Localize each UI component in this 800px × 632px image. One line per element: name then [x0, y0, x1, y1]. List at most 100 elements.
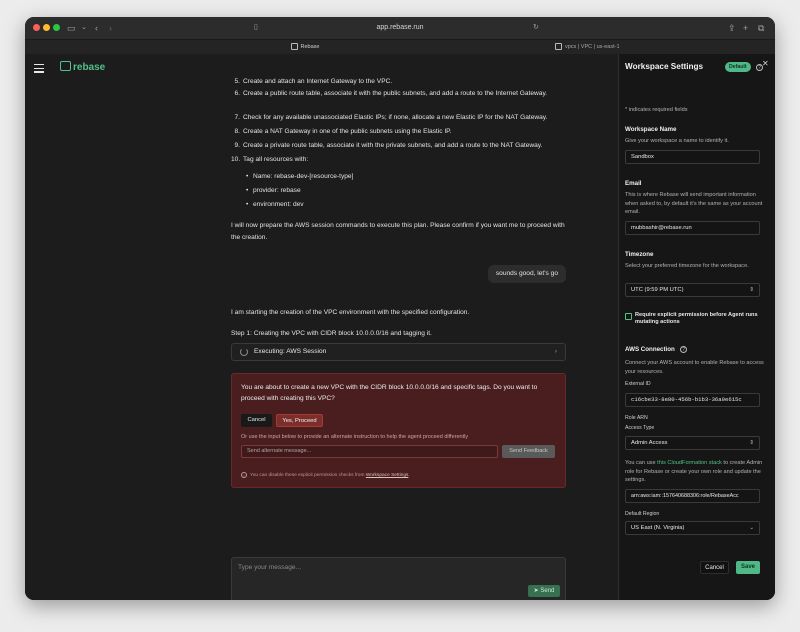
executing-session-row[interactable]: Executing: AWS Session ›	[231, 343, 566, 361]
settings-title: Workspace Settings	[625, 62, 704, 71]
step-number: 7.	[234, 114, 241, 121]
tab-bar: Rebase vpcs | VPC | us-east-1	[25, 39, 775, 54]
tag-item: provider: rebase	[246, 186, 301, 196]
timezone-select[interactable]: UTC (9:59 PM UTC) ⇕	[625, 283, 760, 297]
permission-checkbox[interactable]	[625, 313, 632, 320]
step-text: Tag all resources with:	[243, 156, 309, 163]
browser-titlebar: ▭ ⌄ ‹ › ▯ app.rebase.run ↻ ⇪ + ⧉	[25, 17, 775, 39]
browser-window: ▭ ⌄ ‹ › ▯ app.rebase.run ↻ ⇪ + ⧉ Rebase …	[25, 17, 775, 600]
default-region-select[interactable]: US East (N. Virginia) ⌄	[625, 521, 760, 535]
tab-overview-icon[interactable]: ⧉	[758, 21, 764, 35]
required-note: * indicates required fields	[625, 107, 688, 113]
email-field[interactable]: mubbashir@rebase.run	[625, 221, 760, 235]
maximize-window-button[interactable]	[53, 24, 60, 31]
aws-connection-desc: Connect your AWS account to enable Rebas…	[625, 360, 764, 375]
step-text: Create a public route table, associate i…	[243, 90, 548, 97]
step-text: Create a NAT Gateway in one of the publi…	[243, 128, 452, 135]
tab-label: Rebase	[300, 44, 320, 50]
step-number: 5.	[234, 78, 241, 85]
alternate-instruction-text: Or use the input below to provide an alt…	[241, 434, 469, 440]
email-label: Email	[625, 180, 642, 187]
workspace-settings-panel: Workspace Settings Default ? ✕ * indicat…	[618, 54, 775, 600]
step-text: Check for any available unassociated Ela…	[243, 114, 548, 121]
cloudformation-link[interactable]: this CloudFormation stack	[657, 460, 722, 466]
close-icon[interactable]: ✕	[762, 59, 769, 68]
assistant-message: Step 1: Creating the VPC with CIDR block…	[231, 330, 432, 337]
info-icon: i	[241, 471, 247, 478]
new-tab-icon[interactable]: +	[743, 21, 748, 35]
tab-label: vpcs | VPC | us-east-1	[565, 44, 620, 50]
settings-cancel-button[interactable]: Cancel	[700, 561, 729, 574]
access-type-label: Access Type	[625, 425, 655, 431]
forward-icon[interactable]: ›	[109, 21, 112, 35]
email-desc: This is where Rebase will send important…	[625, 192, 763, 215]
step-text: Create a private route table, associate …	[243, 142, 543, 149]
timezone-label: Timezone	[625, 251, 654, 258]
note-suffix: .	[408, 473, 410, 478]
menu-icon[interactable]	[34, 64, 44, 73]
default-region-label: Default Region	[625, 511, 660, 517]
alternate-message-input[interactable]: Send alternate message...	[241, 445, 498, 458]
close-window-button[interactable]	[33, 24, 40, 31]
logo-text: rebase	[73, 62, 106, 73]
assistant-message: I will now prepare the AWS session comma…	[231, 222, 565, 241]
chevron-down-icon: ⌄	[749, 525, 754, 531]
permission-cancel-button[interactable]: Cancel	[241, 414, 272, 427]
aws-favicon-icon	[555, 43, 562, 51]
access-type-select[interactable]: Admin Access ⇕	[625, 436, 760, 450]
help-icon[interactable]: ?	[680, 346, 687, 353]
rebase-logo[interactable]: rebase	[60, 61, 105, 75]
chevron-updown-icon: ⇕	[749, 440, 754, 446]
permission-request-box: You are about to create a new VPC with t…	[231, 373, 566, 488]
tab-vpcs[interactable]: vpcs | VPC | us-east-1	[555, 40, 620, 54]
step-number: 6.	[234, 90, 241, 97]
user-message: sounds good, let's go	[487, 265, 566, 283]
role-arn-label: Role ARN	[625, 415, 648, 421]
cloudformation-help: You can use this CloudFormation stack to…	[625, 459, 765, 485]
message-input[interactable]: Type your message...	[238, 564, 301, 571]
external-id-label: External ID	[625, 381, 651, 387]
send-button[interactable]: ➤ Send	[528, 585, 560, 597]
sidebar-toggle-icon[interactable]: ▭	[67, 21, 76, 35]
back-icon[interactable]: ‹	[95, 21, 98, 35]
step-number: 8.	[234, 128, 241, 135]
step-text: Create and attach an Internet Gateway to…	[243, 78, 393, 85]
rebase-favicon-icon	[290, 43, 298, 51]
timezone-value: UTC (9:59 PM UTC)	[631, 287, 684, 293]
help-prefix: You can use	[625, 460, 656, 466]
default-badge: Default	[725, 62, 751, 72]
note-text: You can disable these explicit permissio…	[250, 473, 365, 478]
send-feedback-button[interactable]: Send Feedback	[502, 445, 555, 458]
workspace-settings-link[interactable]: Workspace Settings	[366, 473, 409, 478]
logo-icon	[60, 61, 71, 72]
tag-item: environment: dev	[246, 200, 304, 210]
message-composer[interactable]: Type your message... ➤ Send	[231, 557, 566, 600]
workspace-name-desc: Give your workspace a name to identify i…	[625, 138, 729, 144]
permission-proceed-button[interactable]: Yes, Proceed	[276, 414, 323, 427]
external-id-field[interactable]: c16cbe33-8e80-456b-b1b3-36a0e615c	[625, 393, 760, 407]
aws-connection-label: AWS Connection	[625, 346, 675, 353]
url-text: app.rebase.run	[376, 24, 424, 31]
assistant-message: I am starting the creation of the VPC en…	[231, 309, 470, 316]
step-number: 10.	[231, 156, 241, 163]
role-arn-field[interactable]: arn:aws:iam::157640688306:role/RebaseAcc	[625, 489, 760, 503]
chat-thread: 5. Create and attach an Internet Gateway …	[231, 78, 566, 600]
step-number: 9.	[234, 142, 241, 149]
address-bar[interactable]: ▯ app.rebase.run ↻	[250, 21, 550, 35]
chevron-down-icon[interactable]: ⌄	[81, 21, 87, 35]
settings-save-button[interactable]: Save	[736, 561, 760, 574]
default-region-value: US East (N. Virginia)	[631, 525, 685, 531]
access-type-value: Admin Access	[631, 440, 668, 446]
share-icon[interactable]: ⇪	[728, 21, 736, 35]
chevron-right-icon: ›	[554, 348, 557, 355]
permission-checkbox-label: Require explicit permission before Agent…	[635, 312, 758, 325]
tab-rebase[interactable]: Rebase	[200, 40, 410, 54]
chevron-updown-icon: ⇕	[749, 287, 754, 293]
minimize-window-button[interactable]	[43, 24, 50, 31]
workspace-name-input[interactable]: Sandbox	[625, 150, 760, 164]
reload-icon[interactable]: ↻	[533, 21, 539, 35]
spinner-icon	[240, 348, 248, 356]
permission-question: You are about to create a new VPC with t…	[241, 384, 538, 402]
permission-note: i You can disable these explicit permissi…	[241, 471, 410, 481]
workspace-name-label: Workspace Name	[625, 126, 677, 133]
